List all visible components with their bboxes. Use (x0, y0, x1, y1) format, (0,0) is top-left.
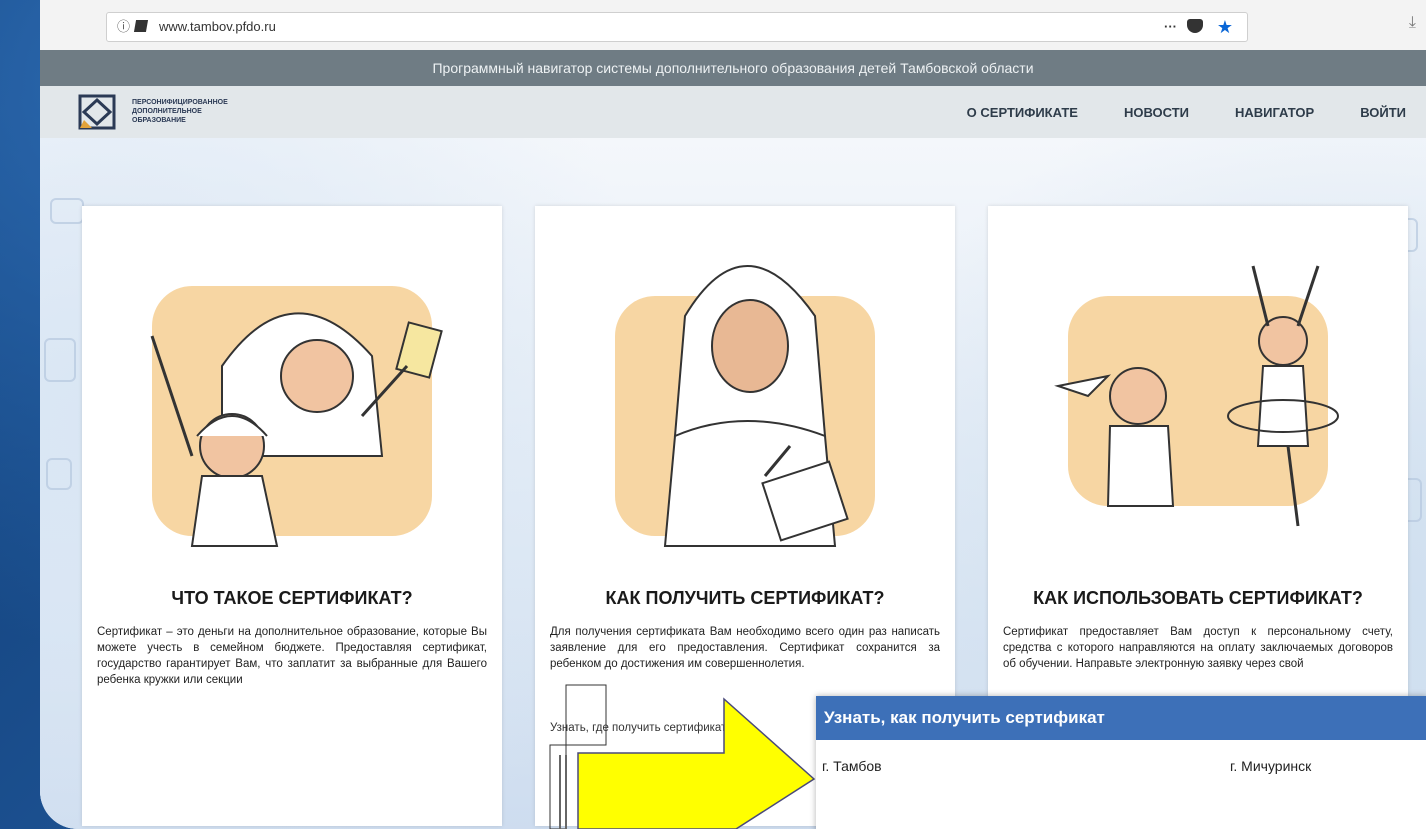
page-actions-icon[interactable]: ··· (1164, 13, 1177, 41)
nav-login[interactable]: ВОЙТИ (1360, 105, 1406, 120)
pocket-icon[interactable] (1187, 19, 1203, 33)
card-body: Сертификат предоставляет Вам доступ к пе… (1003, 626, 1393, 670)
city-link-michurinsk[interactable]: г. Мичуринск (1230, 758, 1311, 774)
kids-playing-illustration (1054, 265, 1339, 527)
main-nav: О СЕРТИФИКАТЕ НОВОСТИ НАВИГАТОР ВОЙТИ (967, 86, 1406, 138)
city-link-tambov[interactable]: г. Тамбов (822, 758, 882, 774)
nav-about-certificate[interactable]: О СЕРТИФИКАТЕ (967, 105, 1078, 120)
woman-writing-illustration (615, 265, 875, 547)
get-certificate-popup: Узнать, как получить сертификат г. Тамбо… (816, 696, 1426, 829)
site-header: ПЕРСОНИФИЦИРОВАННОЕ ДОПОЛНИТЕЛЬНОЕ ОБРАЗ… (40, 86, 1426, 138)
popup-title: Узнать, как получить сертификат (816, 696, 1426, 740)
browser-screen: ⓘ www.tambov.pfdo.ru ··· ★ ⤓ Программный… (40, 0, 1426, 829)
doodle-decoration (44, 338, 76, 382)
download-icon[interactable]: ⤓ (1409, 14, 1416, 32)
address-field[interactable]: ⓘ www.tambov.pfdo.ru ··· ★ (106, 12, 1248, 42)
mother-child-illustration (150, 286, 443, 547)
url-text[interactable]: www.tambov.pfdo.ru (159, 13, 276, 41)
bookmark-star-icon[interactable]: ★ (1217, 13, 1233, 41)
card-what-is-certificate: ЧТО ТАКОЕ СЕРТИФИКАТ? Сертификат – это д… (82, 206, 502, 826)
info-icon[interactable]: ⓘ (117, 13, 130, 41)
card-title: ЧТО ТАКОЕ СЕРТИФИКАТ? (171, 588, 413, 608)
nav-navigator[interactable]: НАВИГАТОР (1235, 105, 1314, 120)
card-title: КАК ПОЛУЧИТЬ СЕРТИФИКАТ? (605, 588, 885, 608)
logo-text[interactable]: ПЕРСОНИФИЦИРОВАННОЕ ДОПОЛНИТЕЛЬНОЕ ОБРАЗ… (132, 98, 292, 125)
nav-news[interactable]: НОВОСТИ (1124, 105, 1189, 120)
yellow-arrow-icon (549, 684, 816, 829)
logo-line: ПЕРСОНИФИЦИРОВАННОЕ (132, 99, 228, 106)
site-subtitle: Программный навигатор системы дополнител… (40, 50, 1426, 86)
logo-icon[interactable] (78, 94, 116, 130)
logo-line: ДОПОЛНИТЕЛЬНОЕ (132, 108, 202, 115)
card-body: Сертификат – это деньги на дополнительно… (97, 626, 487, 686)
tracking-protection-icon[interactable] (133, 20, 149, 32)
logo-line: ОБРАЗОВАНИЕ (132, 117, 186, 124)
doodle-decoration (50, 198, 84, 224)
doodle-decoration (46, 458, 72, 490)
card-title: КАК ИСПОЛЬЗОВАТЬ СЕРТИФИКАТ? (1033, 588, 1363, 608)
browser-url-bar: ⓘ www.tambov.pfdo.ru ··· ★ ⤓ (40, 0, 1426, 51)
